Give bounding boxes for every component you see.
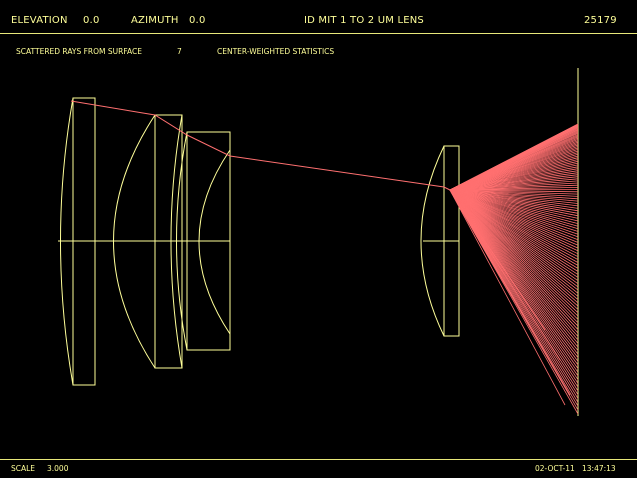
lens-3-inner-surface xyxy=(198,149,231,335)
scattered-rays-fan xyxy=(449,123,579,415)
date-stamp: 02-OCT-11 xyxy=(535,464,575,473)
lens-ray-plot xyxy=(58,68,579,416)
traced-ray xyxy=(70,100,453,192)
time-stamp: 13:47:13 xyxy=(582,464,616,473)
scale-label: SCALE xyxy=(11,464,36,473)
footer-rule xyxy=(0,459,637,460)
scale-value: 3.000 xyxy=(47,464,69,473)
